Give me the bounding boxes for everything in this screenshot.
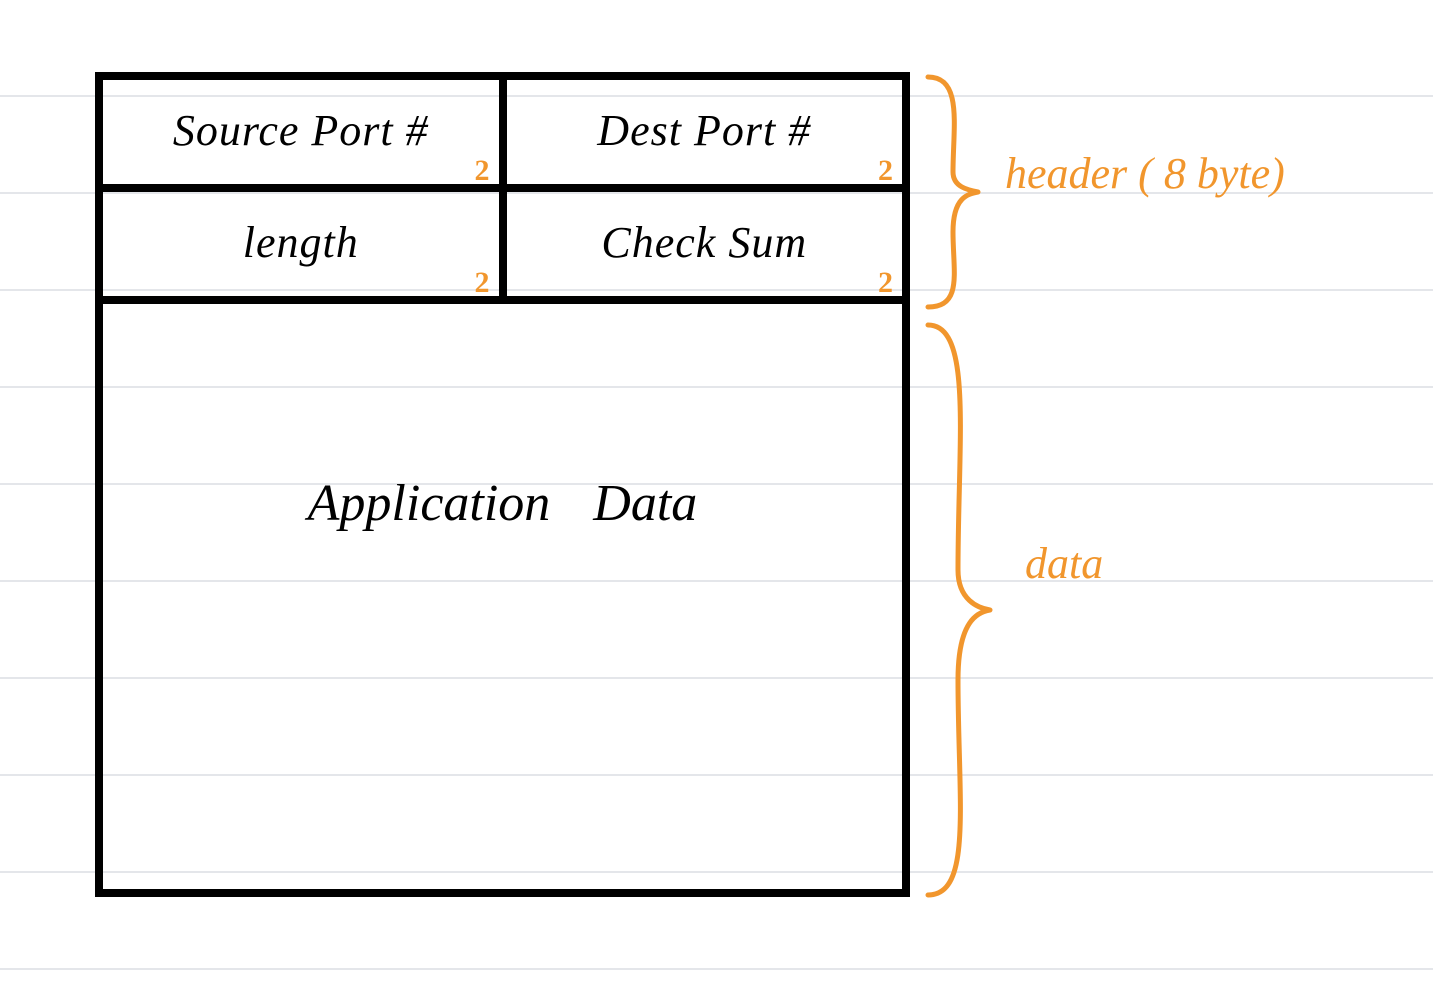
brace-header-icon: [918, 72, 998, 312]
brace-data-icon: [918, 320, 1008, 900]
field-source-port-label: Source Port #: [173, 105, 429, 156]
field-length-label: length: [243, 217, 359, 268]
field-source-port: Source Port # 2: [103, 80, 499, 184]
diagram-stage: Source Port # 2 Dest Port # 2 length 2 C…: [0, 0, 1433, 1000]
field-length: length 2: [103, 192, 499, 296]
field-checksum: Check Sum 2: [499, 192, 903, 296]
header-row-2: length 2 Check Sum 2: [103, 192, 902, 304]
field-length-size: 2: [475, 266, 491, 300]
annotation-data: data: [1025, 538, 1103, 589]
field-application-data-label: Application Data: [308, 474, 698, 533]
field-dest-port-label: Dest Port #: [597, 105, 811, 156]
udp-packet-box: Source Port # 2 Dest Port # 2 length 2 C…: [95, 72, 910, 897]
field-dest-port: Dest Port # 2: [499, 80, 903, 184]
field-dest-port-size: 2: [878, 154, 894, 188]
header-row-1: Source Port # 2 Dest Port # 2: [103, 80, 902, 192]
field-source-port-size: 2: [475, 154, 491, 188]
field-application-data: Application Data: [103, 304, 902, 889]
field-checksum-size: 2: [878, 266, 894, 300]
field-checksum-label: Check Sum: [601, 217, 807, 268]
annotation-header: header ( 8 byte): [1005, 148, 1285, 199]
